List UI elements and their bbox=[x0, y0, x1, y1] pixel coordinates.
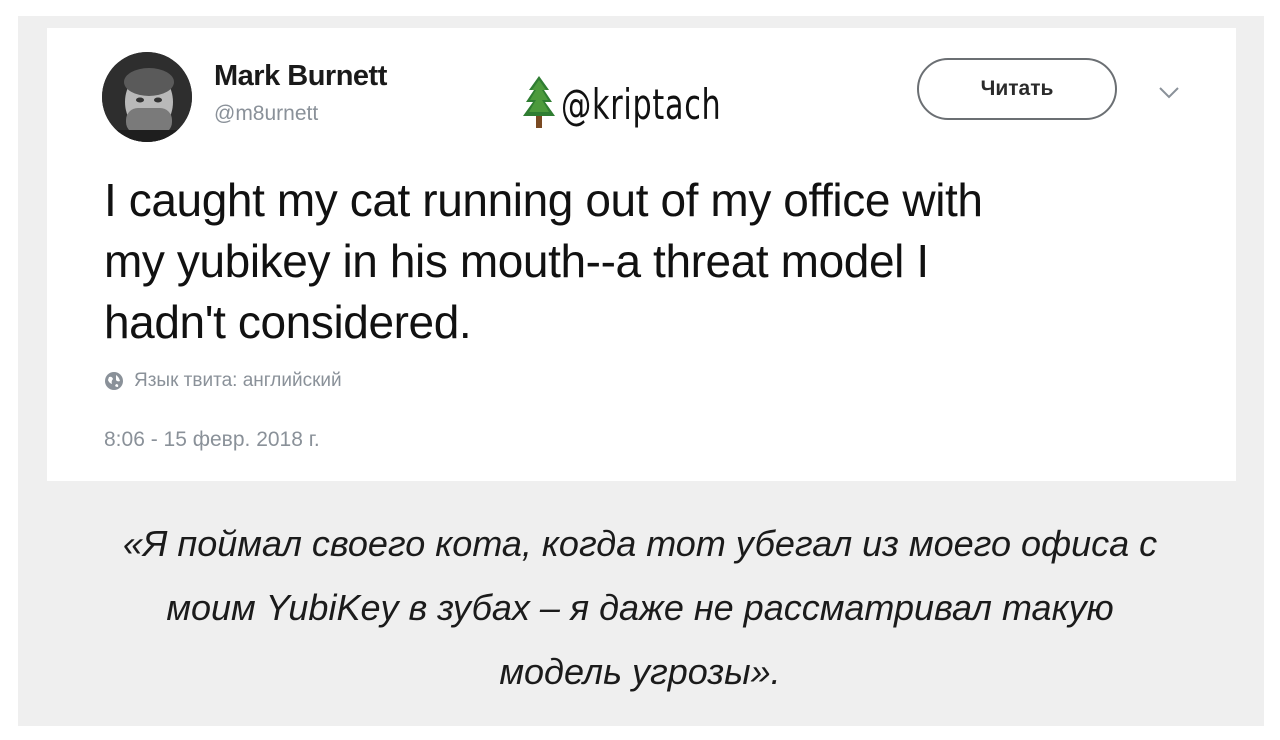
translation-caption: «Я поймал своего кота, когда тот убегал … bbox=[38, 512, 1242, 704]
avatar-photo bbox=[102, 52, 192, 142]
tweet-text-line: hadn't considered. bbox=[104, 296, 472, 348]
chevron-down-icon[interactable] bbox=[1158, 86, 1180, 100]
tweet-text-line: my yubikey in his mouth--a threat model … bbox=[104, 235, 929, 287]
translation-line: «Я поймал своего кота, когда тот убегал … bbox=[122, 523, 1158, 564]
tweet-text-line: I caught my cat running out of my office… bbox=[104, 174, 983, 226]
watermark-text: @kriptach bbox=[561, 79, 722, 129]
follow-button[interactable]: Читать bbox=[917, 58, 1117, 120]
avatar[interactable] bbox=[102, 52, 192, 142]
tweet-text: I caught my cat running out of my office… bbox=[104, 170, 1194, 353]
globe-icon bbox=[105, 372, 123, 390]
translation-line: моим YubiKey в зубах – я даже не рассмат… bbox=[166, 587, 1114, 628]
author-handle[interactable]: @m8urnett bbox=[214, 102, 318, 126]
author-name[interactable]: Mark Burnett bbox=[214, 60, 387, 93]
tweet-timestamp[interactable]: 8:06 - 15 февр. 2018 г. bbox=[104, 428, 320, 452]
watermark: @kriptach bbox=[521, 72, 784, 136]
translation-line: модель угрозы». bbox=[499, 651, 781, 692]
language-note: Язык твита: английский bbox=[104, 370, 342, 392]
fir-tree-icon bbox=[523, 76, 555, 128]
language-note-text[interactable]: Язык твита: английский bbox=[134, 370, 342, 392]
